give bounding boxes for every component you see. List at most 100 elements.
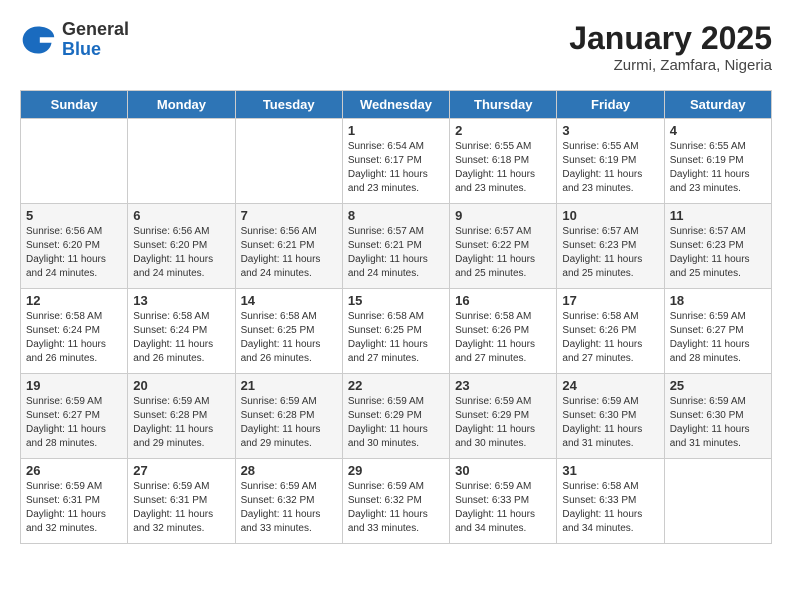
day-number: 6 xyxy=(133,208,229,223)
day-cell: 25 Sunrise: 6:59 AM Sunset: 6:30 PM Dayli… xyxy=(664,374,771,459)
day-cell xyxy=(664,459,771,544)
day-number: 29 xyxy=(348,463,444,478)
day-cell: 16 Sunrise: 6:58 AM Sunset: 6:26 PM Dayli… xyxy=(450,289,557,374)
day-info: Sunrise: 6:58 AM Sunset: 6:26 PM Dayligh… xyxy=(562,310,658,366)
day-info: Sunrise: 6:58 AM Sunset: 6:24 PM Dayligh… xyxy=(26,310,122,366)
day-cell: 15 Sunrise: 6:58 AM Sunset: 6:25 PM Dayli… xyxy=(342,289,449,374)
day-number: 2 xyxy=(455,123,551,138)
day-info: Sunrise: 6:57 AM Sunset: 6:23 PM Dayligh… xyxy=(670,225,766,281)
day-cell: 11 Sunrise: 6:57 AM Sunset: 6:23 PM Dayli… xyxy=(664,204,771,289)
week-row-1: 1Sunrise: 6:54 AM Sunset: 6:17 PM Daylig… xyxy=(21,119,772,204)
page-header: General Blue January 2025 Zurmi, Zamfara… xyxy=(20,20,772,74)
calendar-table: SundayMondayTuesdayWednesdayThursdayFrid… xyxy=(20,90,772,544)
week-row-5: 26 Sunrise: 6:59 AM Sunset: 6:31 PM Dayli… xyxy=(21,459,772,544)
day-cell: 23 Sunrise: 6:59 AM Sunset: 6:29 PM Dayli… xyxy=(450,374,557,459)
calendar-header-row: SundayMondayTuesdayWednesdayThursdayFrid… xyxy=(21,91,772,119)
day-number: 19 xyxy=(26,378,122,393)
day-number: 10 xyxy=(562,208,658,223)
logo-blue-text: Blue xyxy=(62,40,129,60)
day-header-wednesday: Wednesday xyxy=(342,91,449,119)
month-title: January 2025 xyxy=(569,20,772,57)
day-info: Sunrise: 6:57 AM Sunset: 6:22 PM Dayligh… xyxy=(455,225,551,281)
day-header-monday: Monday xyxy=(128,91,235,119)
week-row-3: 12 Sunrise: 6:58 AM Sunset: 6:24 PM Dayli… xyxy=(21,289,772,374)
day-info: Sunrise: 6:59 AM Sunset: 6:29 PM Dayligh… xyxy=(455,395,551,451)
day-info: Sunrise: 6:59 AM Sunset: 6:27 PM Dayligh… xyxy=(26,395,122,451)
day-cell: 27Sunrise: 6:59 AM Sunset: 6:31 PM Dayli… xyxy=(128,459,235,544)
day-header-sunday: Sunday xyxy=(21,91,128,119)
day-cell: 22Sunrise: 6:59 AM Sunset: 6:29 PM Dayli… xyxy=(342,374,449,459)
day-cell: 12 Sunrise: 6:58 AM Sunset: 6:24 PM Dayli… xyxy=(21,289,128,374)
day-cell: 21 Sunrise: 6:59 AM Sunset: 6:28 PM Dayli… xyxy=(235,374,342,459)
day-info: Sunrise: 6:55 AM Sunset: 6:19 PM Dayligh… xyxy=(670,140,766,196)
day-cell: 17 Sunrise: 6:58 AM Sunset: 6:26 PM Dayli… xyxy=(557,289,664,374)
day-info: Sunrise: 6:57 AM Sunset: 6:21 PM Dayligh… xyxy=(348,225,444,281)
day-number: 16 xyxy=(455,293,551,308)
logo-icon xyxy=(20,22,56,58)
week-row-2: 5Sunrise: 6:56 AM Sunset: 6:20 PM Daylig… xyxy=(21,204,772,289)
logo-general-text: General xyxy=(62,20,129,40)
day-number: 30 xyxy=(455,463,551,478)
day-number: 13 xyxy=(133,293,229,308)
day-number: 21 xyxy=(241,378,337,393)
day-cell: 1Sunrise: 6:54 AM Sunset: 6:17 PM Daylig… xyxy=(342,119,449,204)
day-number: 26 xyxy=(26,463,122,478)
day-cell: 2 Sunrise: 6:55 AM Sunset: 6:18 PM Daylig… xyxy=(450,119,557,204)
day-cell: 4Sunrise: 6:55 AM Sunset: 6:19 PM Daylig… xyxy=(664,119,771,204)
day-info: Sunrise: 6:54 AM Sunset: 6:17 PM Dayligh… xyxy=(348,140,444,196)
day-info: Sunrise: 6:59 AM Sunset: 6:33 PM Dayligh… xyxy=(455,480,551,536)
week-row-4: 19 Sunrise: 6:59 AM Sunset: 6:27 PM Dayli… xyxy=(21,374,772,459)
day-number: 8 xyxy=(348,208,444,223)
day-cell: 18 Sunrise: 6:59 AM Sunset: 6:27 PM Dayli… xyxy=(664,289,771,374)
day-cell: 26 Sunrise: 6:59 AM Sunset: 6:31 PM Dayli… xyxy=(21,459,128,544)
day-number: 17 xyxy=(562,293,658,308)
logo-text: General Blue xyxy=(62,20,129,60)
day-number: 20 xyxy=(133,378,229,393)
day-number: 24 xyxy=(562,378,658,393)
day-number: 28 xyxy=(241,463,337,478)
day-cell: 24 Sunrise: 6:59 AM Sunset: 6:30 PM Dayli… xyxy=(557,374,664,459)
day-info: Sunrise: 6:59 AM Sunset: 6:31 PM Dayligh… xyxy=(133,480,229,536)
day-info: Sunrise: 6:59 AM Sunset: 6:31 PM Dayligh… xyxy=(26,480,122,536)
day-number: 18 xyxy=(670,293,766,308)
day-header-friday: Friday xyxy=(557,91,664,119)
day-info: Sunrise: 6:59 AM Sunset: 6:28 PM Dayligh… xyxy=(241,395,337,451)
day-info: Sunrise: 6:55 AM Sunset: 6:18 PM Dayligh… xyxy=(455,140,551,196)
logo: General Blue xyxy=(20,20,129,60)
day-cell: 6Sunrise: 6:56 AM Sunset: 6:20 PM Daylig… xyxy=(128,204,235,289)
day-number: 22 xyxy=(348,378,444,393)
day-header-thursday: Thursday xyxy=(450,91,557,119)
day-number: 25 xyxy=(670,378,766,393)
day-info: Sunrise: 6:59 AM Sunset: 6:27 PM Dayligh… xyxy=(670,310,766,366)
day-info: Sunrise: 6:58 AM Sunset: 6:25 PM Dayligh… xyxy=(348,310,444,366)
day-info: Sunrise: 6:59 AM Sunset: 6:30 PM Dayligh… xyxy=(562,395,658,451)
day-number: 23 xyxy=(455,378,551,393)
title-area: January 2025 Zurmi, Zamfara, Nigeria xyxy=(569,20,772,74)
day-cell: 7 Sunrise: 6:56 AM Sunset: 6:21 PM Daylig… xyxy=(235,204,342,289)
day-info: Sunrise: 6:57 AM Sunset: 6:23 PM Dayligh… xyxy=(562,225,658,281)
day-info: Sunrise: 6:59 AM Sunset: 6:30 PM Dayligh… xyxy=(670,395,766,451)
day-number: 11 xyxy=(670,208,766,223)
day-number: 5 xyxy=(26,208,122,223)
day-cell: 30 Sunrise: 6:59 AM Sunset: 6:33 PM Dayli… xyxy=(450,459,557,544)
day-info: Sunrise: 6:59 AM Sunset: 6:32 PM Dayligh… xyxy=(348,480,444,536)
day-cell xyxy=(128,119,235,204)
day-info: Sunrise: 6:56 AM Sunset: 6:21 PM Dayligh… xyxy=(241,225,337,281)
day-info: Sunrise: 6:58 AM Sunset: 6:26 PM Dayligh… xyxy=(455,310,551,366)
day-cell: 3Sunrise: 6:55 AM Sunset: 6:19 PM Daylig… xyxy=(557,119,664,204)
day-number: 7 xyxy=(241,208,337,223)
day-cell: 28 Sunrise: 6:59 AM Sunset: 6:32 PM Dayli… xyxy=(235,459,342,544)
day-cell: 13 Sunrise: 6:58 AM Sunset: 6:24 PM Dayli… xyxy=(128,289,235,374)
location-title: Zurmi, Zamfara, Nigeria xyxy=(569,57,772,74)
day-cell: 14Sunrise: 6:58 AM Sunset: 6:25 PM Dayli… xyxy=(235,289,342,374)
day-number: 12 xyxy=(26,293,122,308)
day-number: 15 xyxy=(348,293,444,308)
day-cell xyxy=(21,119,128,204)
day-info: Sunrise: 6:58 AM Sunset: 6:33 PM Dayligh… xyxy=(562,480,658,536)
day-number: 31 xyxy=(562,463,658,478)
day-header-saturday: Saturday xyxy=(664,91,771,119)
day-number: 14 xyxy=(241,293,337,308)
day-info: Sunrise: 6:59 AM Sunset: 6:28 PM Dayligh… xyxy=(133,395,229,451)
day-info: Sunrise: 6:58 AM Sunset: 6:24 PM Dayligh… xyxy=(133,310,229,366)
day-info: Sunrise: 6:59 AM Sunset: 6:32 PM Dayligh… xyxy=(241,480,337,536)
